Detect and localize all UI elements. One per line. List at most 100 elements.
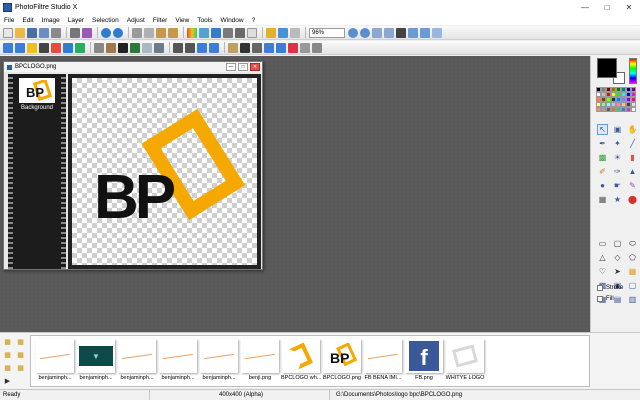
- tile-icon[interactable]: [420, 27, 430, 38]
- thumbnail-item[interactable]: BPCLOGO wh...: [281, 339, 321, 385]
- stamp-icon[interactable]: [300, 42, 310, 53]
- thumbnail-item[interactable]: benji.png: [240, 339, 280, 385]
- actual-size-icon[interactable]: [384, 27, 394, 38]
- flip-horizontal-icon[interactable]: [173, 42, 183, 53]
- paste-new-icon[interactable]: [168, 27, 178, 38]
- stroke-checkbox[interactable]: [597, 285, 603, 291]
- hand-tool-icon[interactable]: ✋: [627, 124, 638, 135]
- thumbnail-item[interactable]: ▼ benjaminph...: [76, 339, 116, 385]
- browse-icon[interactable]: [51, 27, 61, 38]
- texture-icon[interactable]: [228, 42, 238, 53]
- thumbnail-item[interactable]: benjaminph...: [199, 339, 239, 385]
- thumbnail-image[interactable]: [282, 339, 320, 373]
- menu-file[interactable]: File: [0, 17, 18, 24]
- fill-bucket-icon[interactable]: ▩: [597, 152, 608, 163]
- grayscale-icon[interactable]: [94, 42, 104, 53]
- cut-icon[interactable]: [132, 27, 142, 38]
- zoom-out-icon[interactable]: [360, 27, 370, 38]
- folder-tree-icon[interactable]: ▦: [15, 336, 26, 347]
- close-icon[interactable]: ✕: [618, 0, 640, 15]
- thumbnail-image[interactable]: [118, 339, 156, 373]
- thumbnail-image[interactable]: [364, 339, 402, 373]
- gamma-icon[interactable]: [63, 42, 73, 53]
- rectangle-shape-icon[interactable]: ▭: [597, 238, 608, 249]
- zoom-fit-icon[interactable]: [372, 27, 382, 38]
- sharpen-icon[interactable]: [154, 42, 164, 53]
- rotate-icon[interactable]: [15, 42, 25, 53]
- window-icon[interactable]: [408, 27, 418, 38]
- palette-icon[interactable]: [187, 27, 197, 38]
- arrow-shape-icon[interactable]: ➤: [612, 266, 623, 277]
- folder-up-icon[interactable]: ▦: [2, 336, 13, 347]
- auto-levels-icon[interactable]: [75, 42, 85, 53]
- transform-icon[interactable]: [3, 42, 13, 53]
- thumbnail-image[interactable]: [159, 339, 197, 373]
- gallery-icon[interactable]: [312, 42, 322, 53]
- menu-layer[interactable]: Layer: [64, 17, 88, 24]
- pen-icon[interactable]: ✑: [612, 166, 623, 177]
- triangle-shape-icon[interactable]: △: [597, 252, 608, 263]
- blur-drop-icon[interactable]: ●: [597, 180, 608, 191]
- print-icon[interactable]: [70, 27, 80, 38]
- open-folder-icon[interactable]: [15, 27, 25, 38]
- distribute-icon[interactable]: ▥: [627, 294, 638, 305]
- selection-tool-icon[interactable]: ▣: [612, 124, 623, 135]
- play-icon[interactable]: ▶: [2, 375, 13, 386]
- rounded-rect-icon[interactable]: ▢: [612, 238, 623, 249]
- redo-icon[interactable]: [113, 27, 123, 38]
- saturation-icon[interactable]: [51, 42, 61, 53]
- save-icon[interactable]: [27, 27, 37, 38]
- lasso-shape-icon[interactable]: ♡: [597, 266, 608, 277]
- stamp-tool-icon[interactable]: ▲: [627, 166, 638, 177]
- eyedropper-icon[interactable]: ✒: [597, 138, 608, 149]
- doc-minimize-icon[interactable]: —: [226, 63, 236, 71]
- menu-filter[interactable]: Filter: [149, 17, 171, 24]
- thumbnail-image[interactable]: BP: [323, 339, 361, 373]
- save-as-icon[interactable]: [39, 27, 49, 38]
- folder-favorite-icon[interactable]: ▦: [15, 349, 26, 360]
- flip-vertical-icon[interactable]: [185, 42, 195, 53]
- thumbnail-image[interactable]: [241, 339, 279, 373]
- menu-tools[interactable]: Tools: [193, 17, 216, 24]
- undo-icon[interactable]: [101, 27, 111, 38]
- brush-icon[interactable]: ✐: [597, 166, 608, 177]
- fill-option[interactable]: Fill: [597, 296, 614, 302]
- frame-icon[interactable]: [290, 27, 300, 38]
- menu-selection[interactable]: Selection: [88, 17, 123, 24]
- thumbnail-item[interactable]: f FB.png: [404, 339, 444, 385]
- diamond-shape-icon[interactable]: ◇: [612, 252, 623, 263]
- foreground-color-swatch[interactable]: [597, 58, 617, 78]
- menu-edit[interactable]: Edit: [18, 17, 37, 24]
- eraser-icon[interactable]: ▮: [627, 152, 638, 163]
- stroke-option[interactable]: Stroke: [597, 285, 623, 291]
- color-palette[interactable]: [596, 87, 636, 112]
- resize-icon[interactable]: [235, 27, 245, 38]
- fullscreen-icon[interactable]: [396, 27, 406, 38]
- menu-adjust[interactable]: Adjust: [123, 17, 149, 24]
- frame-effect-icon[interactable]: [276, 42, 286, 53]
- cascade-icon[interactable]: [432, 27, 442, 38]
- select-none-icon[interactable]: ▢: [627, 280, 638, 291]
- shadow-icon[interactable]: [252, 42, 262, 53]
- palette-swatch[interactable]: [631, 107, 636, 112]
- menu-window[interactable]: Window: [216, 17, 247, 24]
- gradient-icon[interactable]: [278, 27, 288, 38]
- document-window[interactable]: BPCLOGO.png — □ ✕ BP Background BP: [3, 61, 263, 270]
- doc-close-icon[interactable]: ✕: [250, 63, 260, 71]
- thumbnail-image[interactable]: ▼: [77, 339, 115, 373]
- spray-icon[interactable]: ☀: [612, 152, 623, 163]
- blur-icon[interactable]: [142, 42, 152, 53]
- thumbnail-image[interactable]: [36, 339, 74, 373]
- crop-icon[interactable]: [223, 27, 233, 38]
- folder-open-icon[interactable]: ▦: [2, 349, 13, 360]
- document-titlebar[interactable]: BPCLOGO.png — □ ✕: [4, 62, 262, 72]
- mask-icon[interactable]: [130, 42, 140, 53]
- minimize-icon[interactable]: —: [574, 0, 596, 15]
- thumbnail-item[interactable]: benjaminph...: [158, 339, 198, 385]
- maximize-icon[interactable]: □: [596, 0, 618, 15]
- color-spectrum[interactable]: [629, 58, 637, 84]
- contrast-icon[interactable]: [39, 42, 49, 53]
- thumbnail-item[interactable]: BP BPCLOGO.png: [322, 339, 362, 385]
- grid-icon[interactable]: [199, 27, 209, 38]
- thumbnail-item[interactable]: WHITYE LOGO: [445, 339, 485, 385]
